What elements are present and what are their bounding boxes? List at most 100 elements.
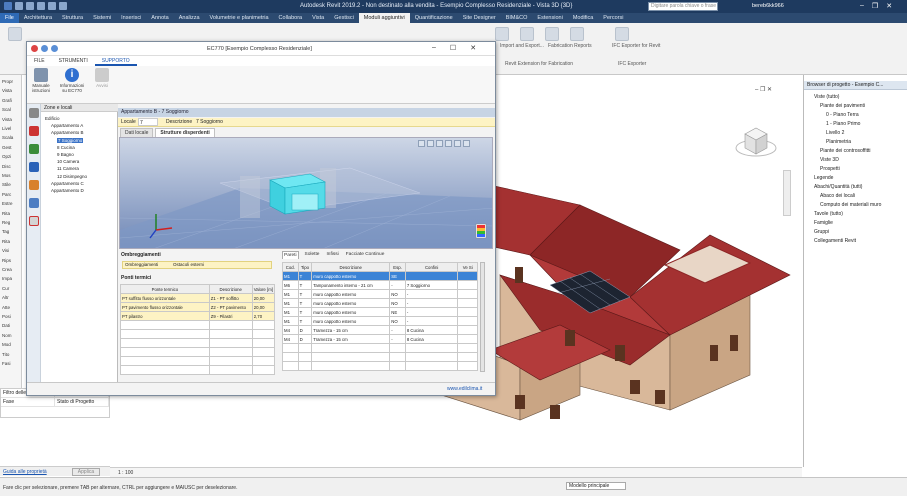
ribbon-tab[interactable]: Vista <box>307 13 329 23</box>
tree-item[interactable]: Edificio <box>45 116 60 121</box>
table-cell[interactable]: M1 <box>282 307 299 317</box>
render-icon[interactable] <box>495 27 509 41</box>
walls-tab[interactable]: Facciate Continue <box>345 251 386 259</box>
table-cell[interactable]: Tamponamento interno - 21 cm <box>311 280 391 290</box>
column-header[interactable]: Valore [m] <box>251 284 276 294</box>
room-volume[interactable] <box>269 173 326 215</box>
ribbon-tab[interactable]: Percorsi <box>598 13 628 23</box>
settings-icon[interactable] <box>463 140 470 147</box>
minimize-icon[interactable]: – <box>860 2 864 10</box>
table-row[interactable]: M4 D Tramezza - 15 cm -8 Cucina <box>282 325 478 335</box>
table-cell[interactable]: 8 Cucina <box>404 334 459 344</box>
undo-icon[interactable] <box>37 2 45 10</box>
browser-item[interactable]: 1 - Piano Primo <box>826 121 860 127</box>
ribbon-tab[interactable]: Estensioni <box>532 13 567 23</box>
water-icon[interactable] <box>29 162 39 172</box>
ec-maximize-icon[interactable]: ☐ <box>450 44 456 52</box>
ribbon-tab[interactable]: Site Designer <box>458 13 501 23</box>
browser-item[interactable]: Piante dei controsoffitti <box>820 148 871 154</box>
table-cell[interactable]: - <box>404 316 459 326</box>
table-cell[interactable] <box>457 334 478 344</box>
table-cell[interactable]: M1 <box>282 289 299 299</box>
table-cell[interactable] <box>457 271 478 281</box>
table-cell[interactable]: muro cappotto esterno <box>311 316 391 326</box>
table-cell[interactable] <box>457 298 478 308</box>
website-link[interactable]: www.edilclima.it <box>447 386 482 392</box>
column-header[interactable]: Descrizione <box>208 284 253 294</box>
ec-open-icon[interactable] <box>41 45 48 52</box>
column-header[interactable]: Ponte termico <box>120 284 210 294</box>
building-icon[interactable] <box>29 126 39 136</box>
quick-access-toolbar[interactable] <box>4 2 67 10</box>
table-cell[interactable]: - <box>389 280 406 290</box>
ribbon-tab[interactable]: Struttura <box>57 13 88 23</box>
tree-item[interactable]: 12 Disimpegno <box>57 174 87 179</box>
subtab[interactable]: Dati locale <box>120 128 154 137</box>
modify-icon[interactable] <box>8 27 22 41</box>
table-cell[interactable]: NO <box>389 289 406 299</box>
home-icon[interactable] <box>29 216 39 226</box>
pan-icon[interactable] <box>427 140 434 147</box>
table-row[interactable]: PT soffitto flusso orizzontale Z1 - PT so… <box>120 293 276 303</box>
table-cell[interactable]: - <box>404 298 459 308</box>
ifc-icon[interactable] <box>615 27 629 41</box>
browser-item[interactable]: Prospetti <box>820 166 840 172</box>
browser-item[interactable]: Computo dei materiali muro <box>820 202 881 208</box>
table-cell[interactable]: Tramezza - 15 cm <box>311 325 391 335</box>
tree-item[interactable]: Appartamento A <box>51 123 83 128</box>
shading-row[interactable]: Ombreggiamenti Ostacoli esterni <box>122 261 272 269</box>
property-value[interactable]: Stato di Progetto <box>55 398 109 406</box>
pin-icon[interactable] <box>29 108 39 118</box>
tree-item[interactable]: Appartamento C <box>51 181 84 186</box>
export-icon[interactable] <box>570 27 584 41</box>
ribbon-tab[interactable]: Architettura <box>19 13 57 23</box>
table-row[interactable]: M1 Tmuro cappotto esterno NO - <box>282 298 478 308</box>
revit-logo-icon[interactable] <box>4 2 12 10</box>
user-name[interactable]: bereb6kk966 <box>752 3 784 9</box>
table-cell[interactable]: M4 <box>282 334 299 344</box>
browser-item[interactable]: 0 - Piano Terra <box>826 112 859 118</box>
table-cell[interactable]: - <box>404 307 459 317</box>
table-cell[interactable]: M6 <box>282 280 299 290</box>
table-cell[interactable] <box>457 289 478 299</box>
browser-item[interactable]: Abachi/Quantità (tutti) <box>814 184 862 190</box>
ribbon-tab[interactable]: Modifica <box>568 13 598 23</box>
description-field[interactable]: 7 Soggiorno <box>196 118 223 127</box>
subtab[interactable]: Strutture disperdenti <box>155 128 215 137</box>
column-header[interactable]: Tipo <box>297 262 313 272</box>
ec-menu-tab[interactable]: FILE <box>27 56 52 66</box>
ribbon-tab[interactable]: Sistemi <box>88 13 116 23</box>
table-cell[interactable]: M1 <box>282 316 299 326</box>
ribbon-tab[interactable]: Annota <box>146 13 173 23</box>
table-cell[interactable]: Z9 - Pilastri <box>208 311 253 321</box>
table-cell[interactable]: muro cappotto esterno <box>311 307 391 317</box>
browser-item[interactable]: Tavole (tutto) <box>814 211 843 217</box>
table-row[interactable]: PT pilastro Z9 - Pilastri 2,70 <box>120 311 276 321</box>
rotate-icon[interactable] <box>436 140 443 147</box>
tree-item[interactable]: 11 Camera <box>57 166 79 171</box>
plant-icon[interactable] <box>29 144 39 154</box>
table-cell[interactable]: M1 <box>282 298 299 308</box>
help-search-input[interactable]: Digitare parola chiave o frase <box>648 2 718 11</box>
ifc-exporter-label[interactable]: IFC Exporter for Revit <box>612 43 660 49</box>
viewcube[interactable] <box>733 118 779 164</box>
table-cell[interactable] <box>457 307 478 317</box>
table-cell[interactable]: PT soffitto flusso orizzontale <box>120 293 210 303</box>
table-cell[interactable] <box>457 280 478 290</box>
table-cell[interactable]: M1 <box>282 271 299 281</box>
print-icon[interactable] <box>59 2 67 10</box>
tree-item[interactable]: Appartamento B <box>51 130 84 135</box>
column-header[interactable]: Confini <box>404 262 459 272</box>
shading-value[interactable]: Ostacoli esterni <box>173 262 204 268</box>
table-row[interactable]: M6 T Tamponamento interno - 21 cm -7 Soggio… <box>282 280 478 290</box>
chart-icon[interactable] <box>29 198 39 208</box>
save-icon[interactable] <box>26 2 34 10</box>
table-cell[interactable]: Tramezza - 15 cm <box>311 334 391 344</box>
column-header[interactable]: Cod. <box>282 262 299 272</box>
ribbon-tab[interactable]: Collabora <box>274 13 308 23</box>
ec-menu-tab[interactable]: STRUMENTI <box>52 56 95 66</box>
open-icon[interactable] <box>15 2 23 10</box>
table-row[interactable]: M1 Tmuro cappotto esterno NE - <box>282 307 478 317</box>
table-cell[interactable]: D <box>297 334 313 344</box>
table-cell[interactable]: - <box>389 325 406 335</box>
